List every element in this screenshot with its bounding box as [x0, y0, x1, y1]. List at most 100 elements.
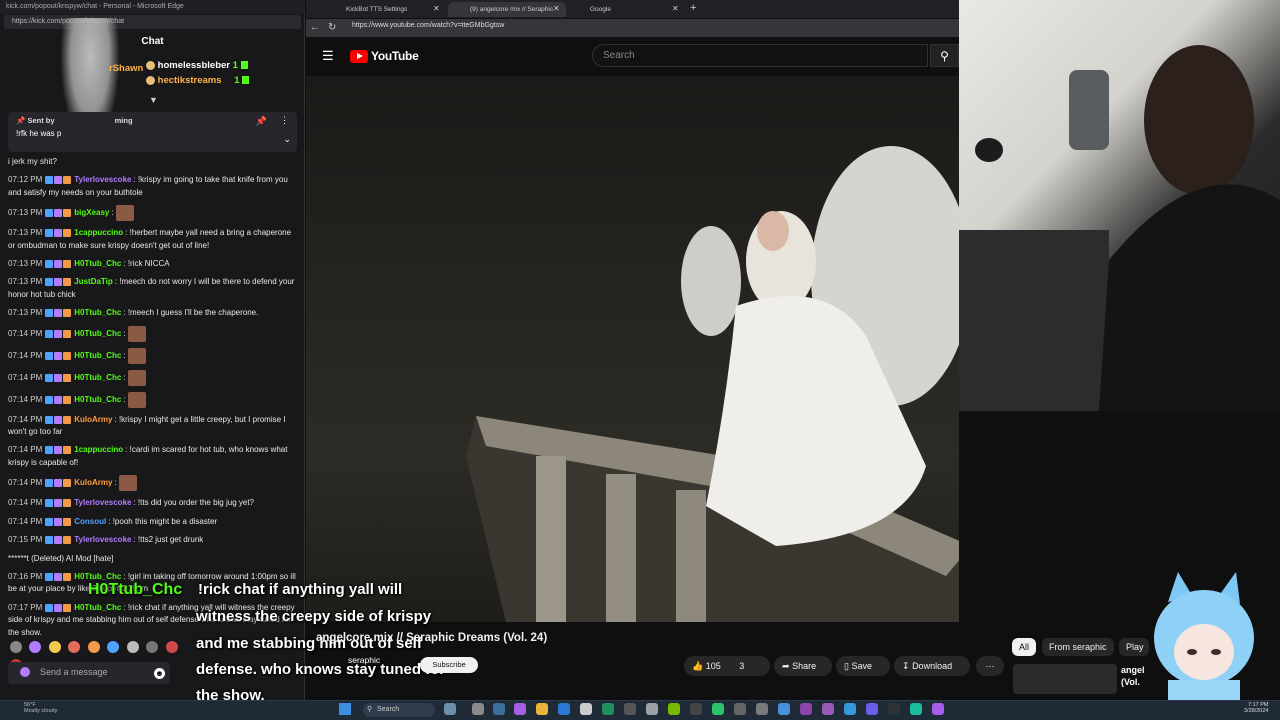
- file-explorer-icon[interactable]: [536, 703, 548, 715]
- app-icon[interactable]: [734, 703, 746, 715]
- video-player[interactable]: [306, 76, 971, 622]
- app-icon[interactable]: [646, 703, 658, 715]
- emote-icon[interactable]: [146, 641, 159, 653]
- tab-google[interactable]: Google: [568, 2, 686, 17]
- emoji-picker-icon[interactable]: ☻: [154, 668, 165, 679]
- chip-from-seraphic[interactable]: From seraphic: [1042, 638, 1114, 656]
- emote-icon[interactable]: [107, 641, 120, 653]
- youtube-play-icon: [350, 50, 368, 64]
- message-username[interactable]: H0Ttub_Chc: [74, 395, 121, 404]
- youtube-search-input[interactable]: Search: [592, 44, 928, 67]
- more-options-icon[interactable]: ⋮: [280, 115, 289, 126]
- chip-playlists[interactable]: Play: [1119, 638, 1149, 656]
- chat-window-titlebar: kick.com/popout/krispyw/chat - Personal …: [0, 0, 305, 14]
- close-tab-icon[interactable]: ✕: [672, 4, 679, 13]
- recommended-title[interactable]: angel: [1121, 665, 1145, 675]
- app-icon[interactable]: [910, 703, 922, 715]
- badge-icon: [45, 351, 54, 360]
- channel-name[interactable]: seraphic: [348, 655, 380, 665]
- more-actions-button[interactable]: ⋯: [976, 656, 1004, 676]
- user-badges: [45, 477, 72, 489]
- search-icon[interactable]: ⚲: [930, 44, 959, 67]
- hamburger-menu-icon[interactable]: ☰: [322, 48, 334, 64]
- badge-icon: [54, 479, 63, 488]
- tab-kickbot-tts[interactable]: KickBot TTS Settings: [324, 2, 442, 17]
- send-message-input[interactable]: Send a message: [8, 662, 170, 684]
- pin-toggle-icon[interactable]: 📌: [256, 116, 267, 127]
- app-icon[interactable]: [756, 703, 768, 715]
- medal-icon: [146, 60, 155, 70]
- emote-icon[interactable]: [126, 641, 139, 653]
- new-tab-icon[interactable]: +: [690, 2, 696, 14]
- app-icon[interactable]: [932, 703, 944, 715]
- message-username[interactable]: 1cappuccino: [74, 228, 123, 237]
- message-username[interactable]: Tylerlovescoke: [74, 535, 131, 544]
- download-button[interactable]: ↧ Download: [894, 656, 970, 676]
- chip-all[interactable]: All: [1012, 638, 1037, 656]
- reload-icon[interactable]: ↻: [328, 22, 336, 33]
- message-username[interactable]: JustDaTip: [74, 277, 113, 286]
- badge-icon: [45, 446, 54, 455]
- emote-icon[interactable]: [29, 641, 42, 653]
- message-username[interactable]: bigXeasy: [74, 208, 109, 217]
- close-tab-icon[interactable]: ✕: [433, 4, 440, 13]
- message-username[interactable]: H0Ttub_Chc: [74, 308, 121, 317]
- app-icon[interactable]: [668, 703, 680, 715]
- emote-icon[interactable]: [10, 641, 22, 653]
- app-icon[interactable]: [866, 703, 878, 715]
- message-username[interactable]: Consoul: [74, 517, 106, 526]
- windows-start-icon[interactable]: [339, 703, 351, 715]
- message-username[interactable]: H0Ttub_Chc: [74, 603, 121, 612]
- tab-youtube[interactable]: (9) angelcore mix // Seraphic: [448, 2, 566, 17]
- pinned-message[interactable]: 📌 Sent by ming !rfk he was p 📌 ⋮ ⌄: [8, 112, 297, 152]
- like-dislike-button[interactable]: 👍 105 3: [684, 656, 770, 676]
- message-username[interactable]: H0Ttub_Chc: [74, 351, 121, 360]
- message-username[interactable]: H0Ttub_Chc: [74, 373, 121, 382]
- user-badges: [45, 497, 72, 509]
- emote-icon[interactable]: [48, 641, 61, 653]
- weather-widget[interactable]: 56°F Mostly cloudy: [24, 702, 57, 714]
- badge-icon: [63, 229, 72, 238]
- save-button[interactable]: ▯ Save: [836, 656, 890, 676]
- app-icon[interactable]: [844, 703, 856, 715]
- emote-icon[interactable]: [68, 641, 81, 653]
- app-icon[interactable]: [778, 703, 790, 715]
- app-icon[interactable]: [493, 703, 505, 715]
- chat-emote: [127, 347, 146, 364]
- message-username[interactable]: 1cappuccino: [74, 445, 123, 454]
- youtube-logo[interactable]: YouTube: [350, 49, 419, 64]
- close-tab-icon[interactable]: ✕: [553, 4, 560, 13]
- app-icon[interactable]: [822, 703, 834, 715]
- chevron-down-icon[interactable]: ⌄: [283, 134, 291, 145]
- message-username[interactable]: H0Ttub_Chc: [74, 259, 121, 268]
- message-username[interactable]: Tylerlovescoke: [74, 498, 131, 507]
- message-username[interactable]: KuloArmy: [74, 415, 112, 424]
- app-icon[interactable]: [558, 703, 570, 715]
- app-icon[interactable]: [580, 703, 592, 715]
- subscribe-button[interactable]: Subscribe: [420, 657, 478, 673]
- app-icon[interactable]: [712, 703, 724, 715]
- message-username[interactable]: H0Ttub_Chc: [74, 329, 121, 338]
- app-icon[interactable]: [624, 703, 636, 715]
- caption-line: defense. who knows stay tuned for: [196, 661, 446, 678]
- app-icon[interactable]: [690, 703, 702, 715]
- message-username[interactable]: KuloArmy: [74, 478, 112, 487]
- message-username[interactable]: H0Ttub_Chc: [74, 572, 121, 581]
- app-icon[interactable]: [888, 703, 900, 715]
- share-button[interactable]: ➦ Share: [774, 656, 832, 676]
- back-icon[interactable]: ←: [310, 22, 320, 33]
- edge-icon[interactable]: [602, 703, 614, 715]
- taskbar-search[interactable]: ⚲ Search: [363, 703, 435, 717]
- app-icon[interactable]: [800, 703, 812, 715]
- message-username[interactable]: Tylerlovescoke: [74, 175, 131, 184]
- emote-icon[interactable]: [87, 641, 100, 653]
- chat-url-bar[interactable]: https://kick.com/popout/krispyw/chat: [4, 15, 301, 29]
- expand-leaderboard-icon[interactable]: ▼: [149, 95, 158, 105]
- app-icon[interactable]: [444, 703, 456, 715]
- emote-icon[interactable]: [165, 641, 178, 653]
- recommended-thumbnail[interactable]: [1013, 664, 1117, 694]
- app-icon[interactable]: [472, 703, 484, 715]
- taskbar-clock[interactable]: 7:17 PM 3/28/2024: [1244, 702, 1268, 714]
- url-field[interactable]: https://www.youtube.com/watch?v=tteGMbGg…: [352, 22, 952, 34]
- app-icon[interactable]: [514, 703, 526, 715]
